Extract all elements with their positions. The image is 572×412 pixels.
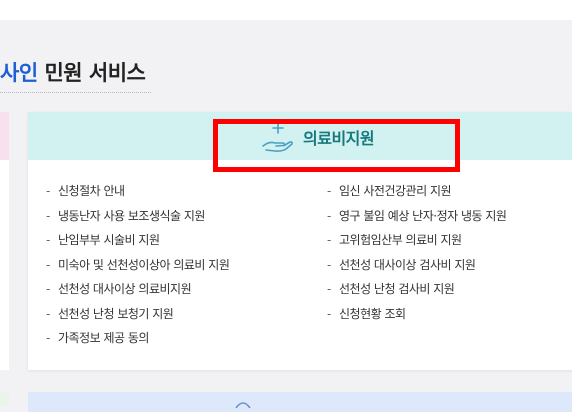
service-link-frozen-egg-art[interactable]: - 냉동난자 사용 보조생식술 지원 xyxy=(46,207,229,232)
service-link-application-status[interactable]: - 신청현황 조회 xyxy=(327,305,506,330)
service-link-metabolic-test[interactable]: - 선천성 대사이상 검사비 지원 xyxy=(327,256,506,281)
next-card-edge-left xyxy=(0,392,9,406)
service-label: 냉동난자 사용 보조생식술 지원 xyxy=(58,208,205,223)
top-band xyxy=(0,0,572,20)
service-label: 신청현황 조회 xyxy=(339,306,406,321)
bullet: - xyxy=(327,184,331,198)
highlight-box xyxy=(213,119,460,172)
service-link-hearing-test[interactable]: - 선천성 난청 검사비 지원 xyxy=(327,280,506,305)
service-label: 선천성 대사이상 의료비지원 xyxy=(58,282,192,296)
service-link-gamete-freezing[interactable]: - 영구 불임 예상 난자·정자 냉동 지원 xyxy=(327,207,507,232)
bullet: - xyxy=(46,331,50,345)
page-title-rest: 민원 서비스 xyxy=(37,61,146,85)
left-card-header-edge xyxy=(0,112,9,160)
service-link-high-risk-pregnancy[interactable]: - 고위험임산부 의료비 지원 xyxy=(327,231,506,256)
service-link-application-guide[interactable]: - 신청절차 안내 xyxy=(46,182,229,207)
service-icon xyxy=(235,402,251,408)
bullet: - xyxy=(327,282,331,296)
service-link-family-info-consent[interactable]: - 가족정보 제공 동의 xyxy=(46,329,229,354)
page-title-accent: 사인 xyxy=(0,61,38,85)
service-link-preconception-care[interactable]: - 임신 사전건강관리 지원 xyxy=(327,182,506,207)
page-title: 사인 민원 서비스 xyxy=(0,58,152,93)
bullet: - xyxy=(46,208,50,223)
service-label: 영구 불임 예상 난자·정자 냉동 지원 xyxy=(339,208,507,223)
service-label: 가족정보 제공 동의 xyxy=(58,331,149,345)
bullet: - xyxy=(327,306,331,321)
bullet: - xyxy=(327,257,331,272)
bullet: - xyxy=(327,208,331,223)
service-link-hearing-aid[interactable]: - 선천성 난청 보청기 지원 xyxy=(46,305,229,330)
bullet: - xyxy=(46,282,50,296)
bullet: - xyxy=(46,184,50,198)
bullet: - xyxy=(46,257,50,272)
service-label: 임신 사전건강관리 지원 xyxy=(339,184,452,198)
left-card-edge xyxy=(0,112,9,370)
service-label: 선천성 난청 보청기 지원 xyxy=(58,306,174,321)
service-link-infertility-treatment[interactable]: - 난임부부 시술비 지원 xyxy=(46,231,229,256)
bullet: - xyxy=(46,233,50,247)
bullet: - xyxy=(46,306,50,321)
service-label: 미숙아 및 선천성이상아 의료비 지원 xyxy=(58,257,230,272)
next-card-header[interactable] xyxy=(28,392,572,412)
service-label: 선천성 대사이상 검사비 지원 xyxy=(339,257,476,272)
service-label: 고위험임산부 의료비 지원 xyxy=(339,233,462,247)
bullet: - xyxy=(327,233,331,247)
service-label: 난임부부 시술비 지원 xyxy=(58,233,160,247)
service-list-left: - 신청절차 안내 - 냉동난자 사용 보조생식술 지원 - 난임부부 시술비 지원 … xyxy=(46,182,230,354)
service-label: 선천성 난청 검사비 지원 xyxy=(339,282,455,296)
service-link-metabolic-medical[interactable]: - 선천성 대사이상 의료비지원 xyxy=(46,280,229,305)
service-list-right: - 임신 사전건강관리 지원 - 영구 불임 예상 난자·정자 냉동 지원 - 고위험… xyxy=(327,182,507,330)
service-label: 신청절차 안내 xyxy=(58,184,125,198)
service-link-premature-congenital[interactable]: - 미숙아 및 선천성이상아 의료비 지원 xyxy=(46,256,230,281)
